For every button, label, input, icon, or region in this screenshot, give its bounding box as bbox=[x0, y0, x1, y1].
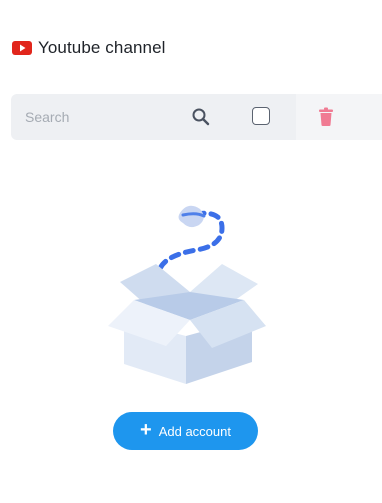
plus-icon: + bbox=[140, 419, 152, 441]
search-input[interactable] bbox=[25, 94, 185, 140]
toolbar bbox=[11, 94, 382, 140]
delete-button[interactable] bbox=[296, 94, 382, 140]
add-account-label: Add account bbox=[158, 423, 231, 439]
youtube-icon bbox=[12, 41, 32, 55]
select-all-checkbox[interactable] bbox=[252, 107, 270, 125]
search-box bbox=[11, 94, 296, 140]
page-header: Youtube channel bbox=[12, 38, 166, 58]
search-icon[interactable] bbox=[191, 107, 211, 127]
empty-state-illustration bbox=[104, 196, 270, 388]
page-title: Youtube channel bbox=[38, 38, 166, 57]
trash-icon bbox=[317, 107, 335, 127]
add-account-button[interactable]: + Add account bbox=[113, 412, 258, 450]
open-box-icon bbox=[108, 205, 266, 384]
